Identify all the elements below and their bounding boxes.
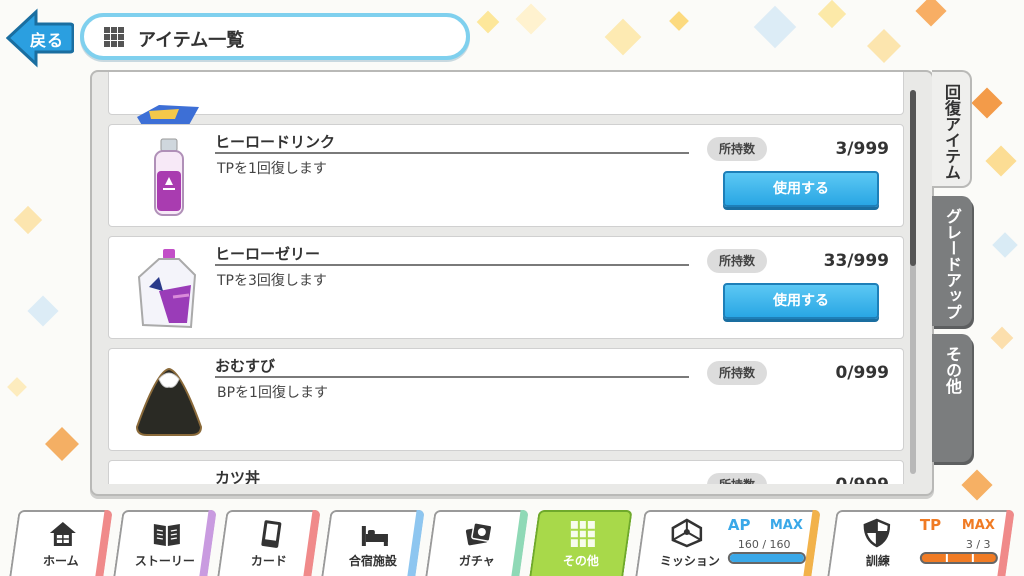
- tp-max-label: MAX: [961, 518, 995, 533]
- ap-label: AP: [727, 516, 751, 534]
- tab-label: 回復アイテム: [942, 84, 961, 180]
- owned-badge: 所持数: [707, 137, 767, 161]
- item-list-panel: ヒーロードリンク TPを1回復します 所持数 3/999 使用する ヒーローゼリ…: [90, 70, 934, 496]
- use-button[interactable]: 使用する: [723, 171, 879, 207]
- card-icon: [261, 520, 282, 548]
- item-name: おむすび: [215, 357, 276, 375]
- owned-count: 3/999: [835, 139, 889, 159]
- tab-recovery-items[interactable]: 回復アイテム: [932, 70, 972, 188]
- list-item[interactable]: カツ丼 所持数 0/999: [108, 460, 904, 484]
- item-description: TPを3回復します: [217, 273, 327, 289]
- network-icon: [671, 518, 703, 548]
- owned-badge: 所持数: [707, 473, 767, 484]
- item-name: ヒーローゼリー: [215, 245, 321, 263]
- owned-badge: 所持数: [707, 361, 767, 385]
- use-button[interactable]: 使用する: [723, 283, 879, 319]
- scrollbar[interactable]: [910, 90, 916, 474]
- item-name: ヒーロードリンク: [215, 133, 336, 151]
- nav-mission-button[interactable]: ミッション AP MAX 160 / 160: [635, 510, 821, 576]
- nav-label: カード: [250, 554, 287, 568]
- owned-count: 0/999: [835, 363, 889, 383]
- item-list[interactable]: ヒーロードリンク TPを1回復します 所持数 3/999 使用する ヒーローゼリ…: [108, 72, 904, 484]
- house-icon: [49, 522, 76, 546]
- nav-story-button[interactable]: ストーリー: [113, 510, 217, 576]
- drink-bottle-icon: [154, 138, 184, 216]
- tp-gauge-divider: [945, 554, 948, 562]
- list-item[interactable]: ヒーローゼリー TPを3回復します 所持数 33/999 使用する: [108, 236, 904, 339]
- nav-label: ミッション: [659, 554, 720, 568]
- tab-other[interactable]: その他: [932, 334, 972, 462]
- nav-label: ガチャ: [458, 554, 495, 568]
- tp-label: TP: [919, 516, 942, 534]
- list-item-partial: [108, 72, 904, 127]
- katsudon-bowl-icon: [129, 471, 209, 484]
- ap-gauge-fill: [729, 554, 804, 562]
- tab-label: グレードアップ: [943, 208, 962, 320]
- item-divider: [215, 264, 689, 266]
- book-icon: [153, 524, 180, 546]
- owned-count: 33/999: [823, 251, 889, 271]
- owned-count: 0/999: [789, 475, 889, 484]
- item-divider: [215, 152, 689, 154]
- list-item[interactable]: おむすび BPを1回復します 所持数 0/999: [108, 348, 904, 451]
- grid-menu-icon: [570, 521, 595, 547]
- bed-icon: [361, 526, 388, 546]
- tp-gauge: [919, 552, 998, 564]
- owned-badge: 所持数: [707, 249, 767, 273]
- jelly-pouch-icon: [137, 249, 197, 329]
- ap-gauge: [727, 552, 806, 564]
- nav-label: 合宿施設: [348, 554, 397, 568]
- list-item[interactable]: ヒーロードリンク TPを1回復します 所持数 3/999 使用する: [108, 124, 904, 227]
- nav-card-button[interactable]: カード: [217, 510, 321, 576]
- grid-icon: [104, 27, 124, 47]
- tp-value: 3 / 3: [965, 538, 991, 551]
- nav-home-button[interactable]: ホーム: [9, 510, 113, 576]
- nav-camp-button[interactable]: 合宿施設: [321, 510, 425, 576]
- tab-grade-up[interactable]: グレードアップ: [932, 196, 972, 326]
- scrollbar-thumb[interactable]: [910, 90, 916, 266]
- nav-label: ホーム: [43, 554, 79, 568]
- ap-value: 160 / 160: [737, 538, 791, 551]
- tp-gauge-divider: [971, 554, 974, 562]
- item-description: TPを1回復します: [217, 161, 327, 177]
- nav-other-button[interactable]: その他: [529, 510, 633, 576]
- page-title-bar: アイテム一覧: [80, 13, 470, 60]
- back-label: 戻る: [30, 31, 65, 50]
- back-button[interactable]: 戻る: [6, 8, 74, 68]
- item-divider: [215, 376, 689, 378]
- shield-icon: [863, 518, 891, 548]
- tab-label: その他: [943, 346, 962, 394]
- item-name: カツ丼: [215, 469, 261, 484]
- nav-gacha-button[interactable]: ガチャ: [425, 510, 529, 576]
- rice-ball-icon: [135, 367, 203, 436]
- ap-max-label: MAX: [769, 518, 803, 533]
- nav-label: その他: [562, 554, 599, 568]
- nav-label: 訓練: [865, 554, 890, 568]
- nav-training-button[interactable]: 訓練 TP MAX 3 / 3: [827, 510, 1015, 576]
- page-title: アイテム一覧: [138, 30, 245, 51]
- gacha-icon: [465, 522, 493, 546]
- item-description: BPを1回復します: [217, 385, 328, 401]
- nav-label: ストーリー: [134, 554, 195, 568]
